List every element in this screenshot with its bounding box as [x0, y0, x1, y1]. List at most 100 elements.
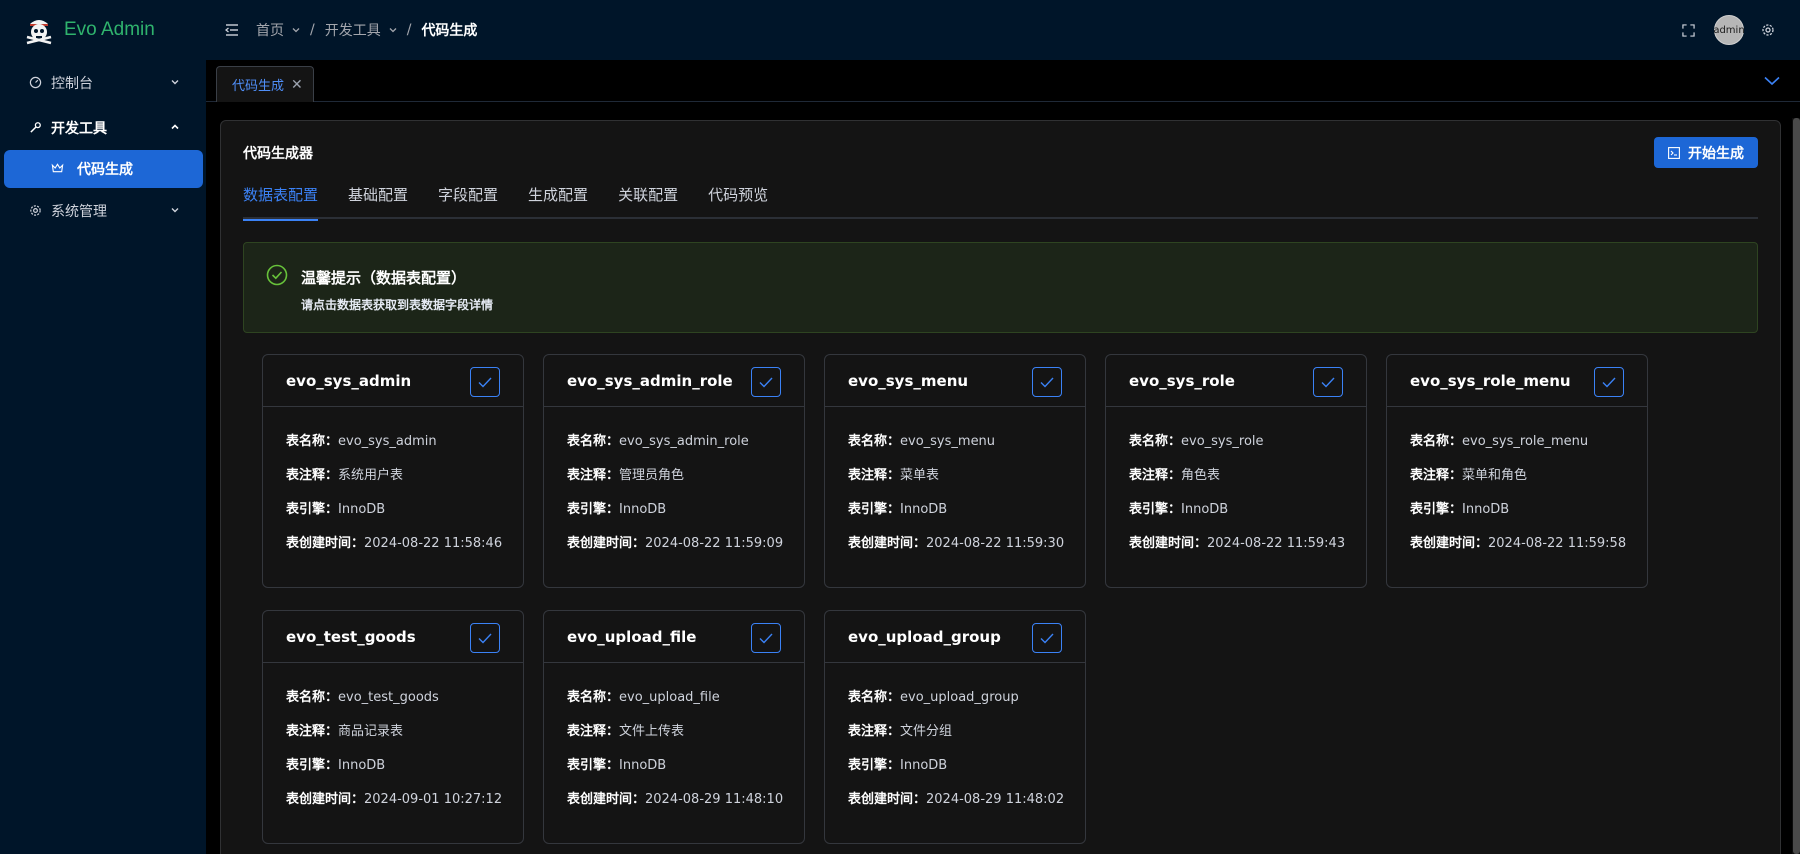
field-value: InnoDB [619, 758, 667, 773]
start-generate-label: 开始生成 [1688, 145, 1744, 162]
card-checkbox[interactable] [470, 367, 500, 397]
table-card[interactable]: evo_upload_file 表名称：evo_upload_file 表注释：… [543, 610, 805, 844]
scrollbar-thumb[interactable] [1793, 118, 1800, 854]
field-value: evo_sys_admin [338, 434, 437, 449]
card-row-name: 表名称：evo_sys_role_menu [1410, 430, 1647, 464]
breadcrumb-label: 首页 [256, 23, 284, 39]
card-body: 表名称：evo_sys_menu 表注释：菜单表 表引擎：InnoDB 表创建时… [825, 407, 1085, 566]
card-header: evo_sys_admin [263, 355, 523, 407]
table-card[interactable]: evo_sys_admin_role 表名称：evo_sys_admin_rol… [543, 354, 805, 588]
field-value: 菜单表 [900, 468, 940, 483]
sidebar-item-label: 系统管理 [51, 203, 107, 220]
chevron-down-icon[interactable] [1762, 73, 1782, 89]
table-card[interactable]: evo_sys_menu 表名称：evo_sys_menu 表注释：菜单表 表引… [824, 354, 1086, 588]
card-row-created: 表创建时间：2024-08-22 11:59:43 [1129, 532, 1366, 566]
field-value: 2024-08-22 11:59:58 [1488, 536, 1627, 551]
card-title: evo_sys_menu [848, 371, 969, 390]
card-checkbox[interactable] [470, 623, 500, 653]
card-row-comment: 表注释：菜单表 [848, 464, 1085, 498]
card-checkbox[interactable] [1313, 367, 1343, 397]
breadcrumb-item-home[interactable]: 首页 [256, 20, 310, 40]
card-checkbox[interactable] [1032, 367, 1062, 397]
table-card[interactable]: evo_sys_role 表名称：evo_sys_role 表注释：角色表 表引… [1105, 354, 1367, 588]
table-card[interactable]: evo_test_goods 表名称：evo_test_goods 表注释：商品… [262, 610, 524, 844]
field-value: InnoDB [338, 502, 386, 517]
start-generate-button[interactable]: 开始生成 [1654, 137, 1758, 168]
field-value: evo_upload_group [900, 690, 1019, 705]
field-value: evo_sys_role_menu [1462, 434, 1589, 449]
tab-table-config[interactable]: 数据表配置 [243, 184, 319, 221]
card-title: evo_sys_role [1129, 371, 1235, 390]
card-title: evo_upload_group [848, 627, 1001, 646]
avatar[interactable]: admin [1713, 15, 1745, 45]
card-title: evo_sys_admin_role [567, 371, 733, 390]
check-icon [1040, 377, 1054, 388]
settings-gear-icon[interactable] [1760, 22, 1776, 38]
field-value: 管理员角色 [619, 468, 685, 483]
sidebar-subitem-label: 代码生成 [77, 162, 133, 178]
field-label: 表创建时间： [1410, 536, 1489, 551]
breadcrumb-separator: / [310, 22, 315, 38]
table-card[interactable]: evo_sys_role_menu 表名称：evo_sys_role_menu … [1386, 354, 1648, 588]
alert-description: 请点击数据表获取到表数据字段详情 [301, 298, 494, 312]
tab-relation-config[interactable]: 关联配置 [618, 184, 678, 219]
card-header: evo_sys_role_menu [1387, 355, 1647, 407]
card-body: 表名称：evo_sys_admin_role 表注释：管理员角色 表引擎：Inn… [544, 407, 804, 566]
field-label: 表引擎： [1410, 502, 1463, 517]
field-value: 文件分组 [900, 724, 953, 739]
sidebar-item-system[interactable]: 系统管理 [0, 188, 206, 233]
card-row-created: 表创建时间：2024-08-22 11:58:46 [286, 532, 523, 566]
field-label: 表引擎： [286, 758, 339, 773]
card-checkbox[interactable] [751, 367, 781, 397]
field-label: 表引擎： [567, 758, 620, 773]
field-label: 表创建时间： [567, 536, 646, 551]
card-row-created: 表创建时间：2024-08-29 11:48:10 [567, 788, 804, 822]
card-row-comment: 表注释：角色表 [1129, 464, 1366, 498]
field-label: 表名称： [1410, 434, 1463, 449]
check-icon [478, 633, 492, 644]
field-value: InnoDB [900, 502, 948, 517]
sidebar-item-devtools[interactable]: 开发工具 [0, 105, 206, 150]
tab-generate-config[interactable]: 生成配置 [528, 184, 588, 219]
card-checkbox[interactable] [751, 623, 781, 653]
card-row-created: 表创建时间：2024-08-22 11:59:09 [567, 532, 804, 566]
field-value: evo_sys_admin_role [619, 434, 749, 449]
tab-field-config[interactable]: 字段配置 [438, 184, 498, 219]
chevron-down-icon [388, 25, 398, 35]
tab-basic-config[interactable]: 基础配置 [348, 184, 408, 219]
card-body: 表名称：evo_sys_role 表注释：角色表 表引擎：InnoDB 表创建时… [1106, 407, 1366, 566]
tab-code-preview[interactable]: 代码预览 [708, 184, 768, 219]
field-label: 表引擎： [848, 502, 901, 517]
field-value: 商品记录表 [338, 724, 404, 739]
card-row-engine: 表引擎：InnoDB [1410, 498, 1647, 532]
field-value: InnoDB [1462, 502, 1510, 517]
menu-fold-icon[interactable] [223, 21, 241, 39]
card-header: evo_upload_file [544, 611, 804, 663]
header-actions: admin [1680, 0, 1800, 60]
logo[interactable]: Evo Admin [0, 0, 206, 60]
tab-codegen[interactable]: 代码生成 ✕ [216, 66, 314, 102]
card-row-name: 表名称：evo_upload_file [567, 686, 804, 720]
breadcrumb-label: 开发工具 [324, 23, 381, 39]
table-card[interactable]: evo_sys_admin 表名称：evo_sys_admin 表注释：系统用户… [262, 354, 524, 588]
config-tabs: 数据表配置 基础配置 字段配置 生成配置 关联配置 代码预览 [243, 184, 1758, 221]
card-header: evo_upload_group [825, 611, 1085, 663]
card-row-engine: 表引擎：InnoDB [848, 498, 1085, 532]
sidebar-item-dashboard[interactable]: 控制台 [0, 60, 206, 105]
breadcrumb-item-devtools[interactable]: 开发工具 [325, 20, 407, 40]
crown-icon [51, 162, 65, 176]
sidebar-subitem-codegen[interactable]: 代码生成 [4, 150, 203, 188]
field-value: InnoDB [619, 502, 667, 517]
card-checkbox[interactable] [1594, 367, 1624, 397]
card-checkbox[interactable] [1032, 623, 1062, 653]
fullscreen-icon[interactable] [1680, 22, 1696, 38]
chevron-down-icon [170, 203, 180, 219]
card-row-engine: 表引擎：InnoDB [286, 754, 523, 788]
table-card[interactable]: evo_upload_group 表名称：evo_upload_group 表注… [824, 610, 1086, 844]
skull-logo-icon [22, 14, 56, 46]
check-icon [1040, 633, 1054, 644]
field-label: 表名称： [567, 690, 620, 705]
app-title: Evo Admin [64, 19, 155, 40]
close-icon[interactable]: ✕ [291, 77, 303, 93]
card-title: evo_test_goods [286, 627, 416, 646]
